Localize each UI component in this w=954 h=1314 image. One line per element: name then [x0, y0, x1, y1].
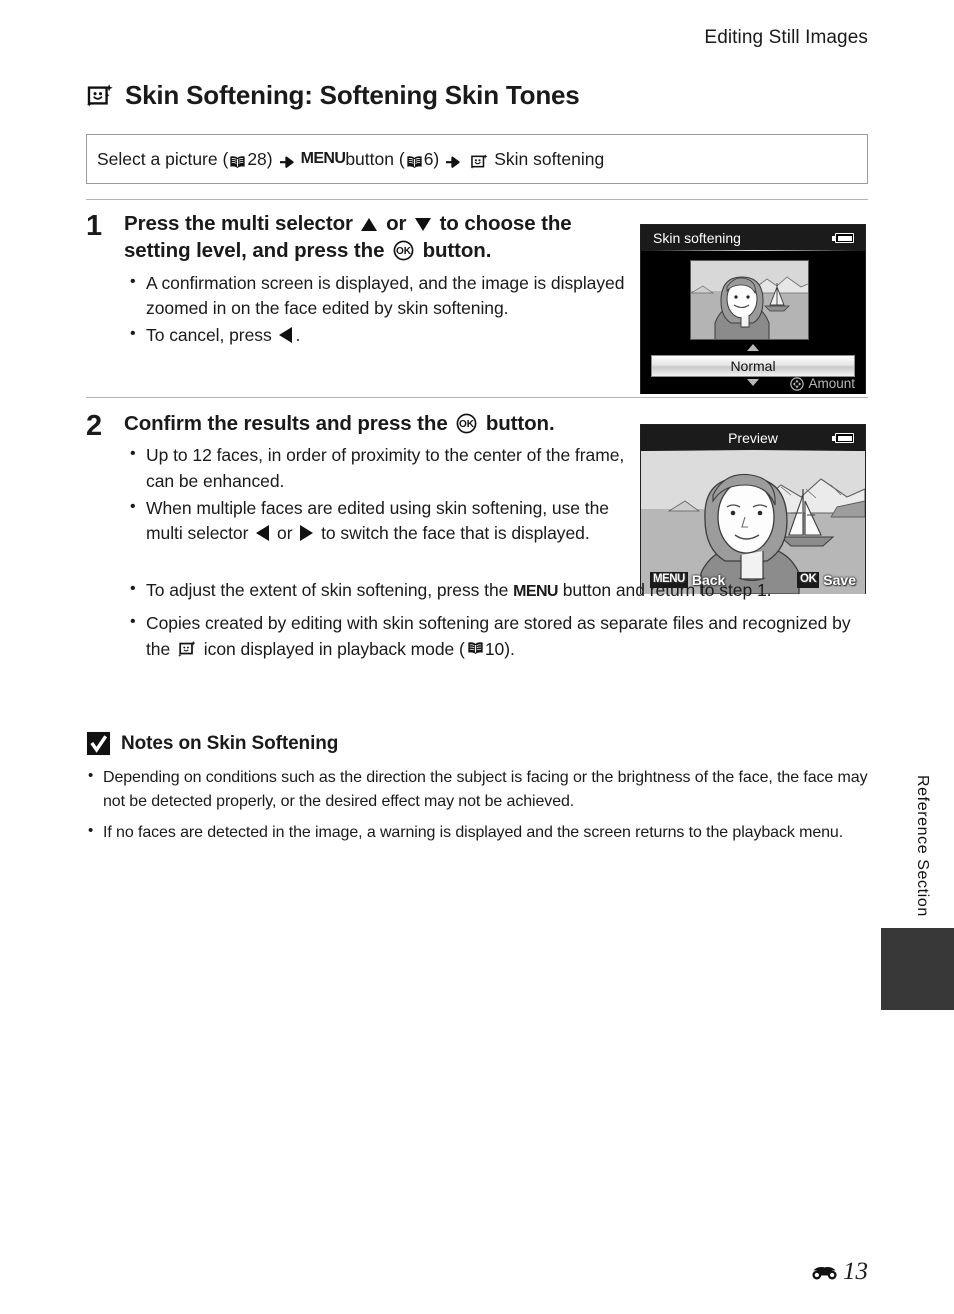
- path-ref-1: 28: [247, 148, 267, 169]
- notes-section: Notes on Skin Softening Depending on con…: [86, 731, 868, 851]
- bullet-item: Copies created by editing with skin soft…: [124, 610, 868, 662]
- reference-section-icon: [810, 1264, 839, 1281]
- step-2: 2 Confirm the results and press the OK b…: [86, 410, 626, 549]
- step-2-number: 2: [86, 410, 103, 442]
- bullet-text: .: [295, 325, 301, 346]
- path-ref-2: 6: [423, 148, 434, 169]
- path-segment-3: Skin softening: [494, 148, 605, 169]
- page-title: Skin Softening: Softening Skin Tones: [86, 80, 868, 111]
- path-close-1: ): [266, 148, 273, 169]
- arrow-right-icon: [300, 525, 314, 542]
- manual-page: Editing Still Images Skin Softening: Sof…: [0, 0, 954, 1314]
- amount-hint: Amount: [790, 376, 855, 391]
- screen-title-bar: Skin softening: [641, 225, 865, 251]
- skin-softening-screen: Skin softening Normal Amount: [640, 224, 866, 394]
- svg-text:OK: OK: [396, 246, 412, 257]
- note-item: If no faces are detected in the image, a…: [86, 820, 868, 845]
- book-icon: [229, 153, 246, 168]
- screen-title-bar: Preview: [641, 425, 865, 451]
- caret-up-icon: [747, 344, 759, 351]
- image-thumbnail: [690, 260, 809, 340]
- bullet-text: to switch the face that is displayed.: [316, 523, 590, 544]
- bullet-text: To cancel, press: [146, 325, 277, 346]
- skin-softening-icon: [86, 81, 115, 110]
- step-1-number: 1: [86, 210, 103, 242]
- arrow-right-icon: [445, 153, 461, 168]
- section-side-label: Reference Section: [914, 775, 931, 917]
- arrow-down-icon: [414, 218, 431, 231]
- menu-button-label: MENU: [300, 150, 346, 167]
- bullet-text: button and return to step 1.: [557, 580, 772, 600]
- bullet-text: ).: [504, 638, 515, 659]
- page-title-text: Skin Softening: Softening Skin Tones: [125, 80, 580, 110]
- warning-check-icon: [86, 731, 111, 756]
- section-divider: [86, 199, 868, 200]
- bullet-item: To adjust the extent of skin softening, …: [124, 577, 868, 603]
- step-2-wide-bullets: To adjust the extent of skin softening, …: [86, 577, 868, 664]
- bullet-text: or: [272, 523, 298, 544]
- step-1-heading: Press the multi selector or to choose th…: [124, 210, 626, 265]
- path-segment-1: Select a picture (: [97, 148, 229, 169]
- step-1-heading-a: Press the multi selector: [124, 212, 359, 235]
- step-1-heading-d: button.: [416, 239, 492, 263]
- step-2-bullets: Up to 12 faces, in order of proximity to…: [124, 442, 626, 547]
- step-1-heading-b: or: [380, 212, 412, 235]
- screen-title: Preview: [728, 430, 778, 446]
- step-2-heading: Confirm the results and press the OK but…: [124, 410, 626, 437]
- skin-softening-icon: [470, 152, 489, 171]
- step-2-heading-d: button.: [480, 412, 555, 435]
- page-number: 13: [843, 1258, 868, 1285]
- preview-screen: Preview MENU Back OK Save: [640, 424, 866, 594]
- arrow-left-icon: [256, 525, 270, 542]
- bullet-item: To cancel, press .: [124, 322, 626, 348]
- svg-text:OK: OK: [459, 419, 475, 430]
- book-icon: [467, 637, 484, 654]
- notes-title: Notes on Skin Softening: [121, 732, 339, 754]
- setting-level-option[interactable]: Normal: [651, 355, 855, 377]
- path-segment-2: button (: [345, 148, 405, 169]
- page-footer: 13: [810, 1258, 868, 1286]
- bullet-item: A confirmation screen is displayed, and …: [124, 270, 626, 322]
- menu-path-box: Select a picture ( 28 ) MENU button (6 …: [86, 134, 868, 184]
- battery-icon: [832, 433, 854, 443]
- bullet-item: Up to 12 faces, in order of proximity to…: [124, 442, 626, 494]
- book-icon: [406, 153, 423, 168]
- menu-button-label: MENU: [513, 583, 558, 600]
- ok-button-icon: OK: [456, 413, 477, 434]
- multi-selector-icon: [790, 376, 805, 391]
- screen-body: Normal Amount: [641, 251, 865, 394]
- bullet-text: icon displayed in playback mode (: [199, 638, 465, 659]
- step-1-bullets: A confirmation screen is displayed, and …: [124, 270, 626, 349]
- ok-button-icon: OK: [393, 240, 414, 261]
- notes-heading: Notes on Skin Softening: [86, 731, 868, 756]
- edited-copy-icon: [178, 640, 196, 658]
- battery-icon: [832, 233, 854, 243]
- section-thumb-tab: [881, 928, 954, 1010]
- arrow-up-icon: [361, 218, 378, 231]
- path-close-2: ): [433, 148, 440, 169]
- arrow-left-icon: [279, 327, 293, 344]
- setting-level-value: Normal: [730, 358, 776, 374]
- screen-title: Skin softening: [653, 230, 741, 246]
- section-divider: [86, 397, 868, 398]
- screen-body: MENU Back OK Save: [641, 451, 865, 594]
- bullet-text: To adjust the extent of skin softening, …: [146, 580, 514, 600]
- caret-down-icon: [747, 379, 759, 386]
- arrow-right-icon: [279, 153, 295, 168]
- bullet-item: When multiple faces are edited using ski…: [124, 495, 626, 547]
- step-2-heading-a: Confirm the results and press the: [124, 412, 454, 435]
- menu-path-line: Select a picture ( 28 ) MENU button (6 …: [97, 149, 604, 170]
- bullet-ref: 10: [484, 638, 505, 659]
- running-header: Editing Still Images: [704, 27, 868, 48]
- step-1: 1 Press the multi selector or to choose …: [86, 210, 626, 351]
- note-item: Depending on conditions such as the dire…: [86, 765, 868, 815]
- amount-label: Amount: [808, 376, 855, 391]
